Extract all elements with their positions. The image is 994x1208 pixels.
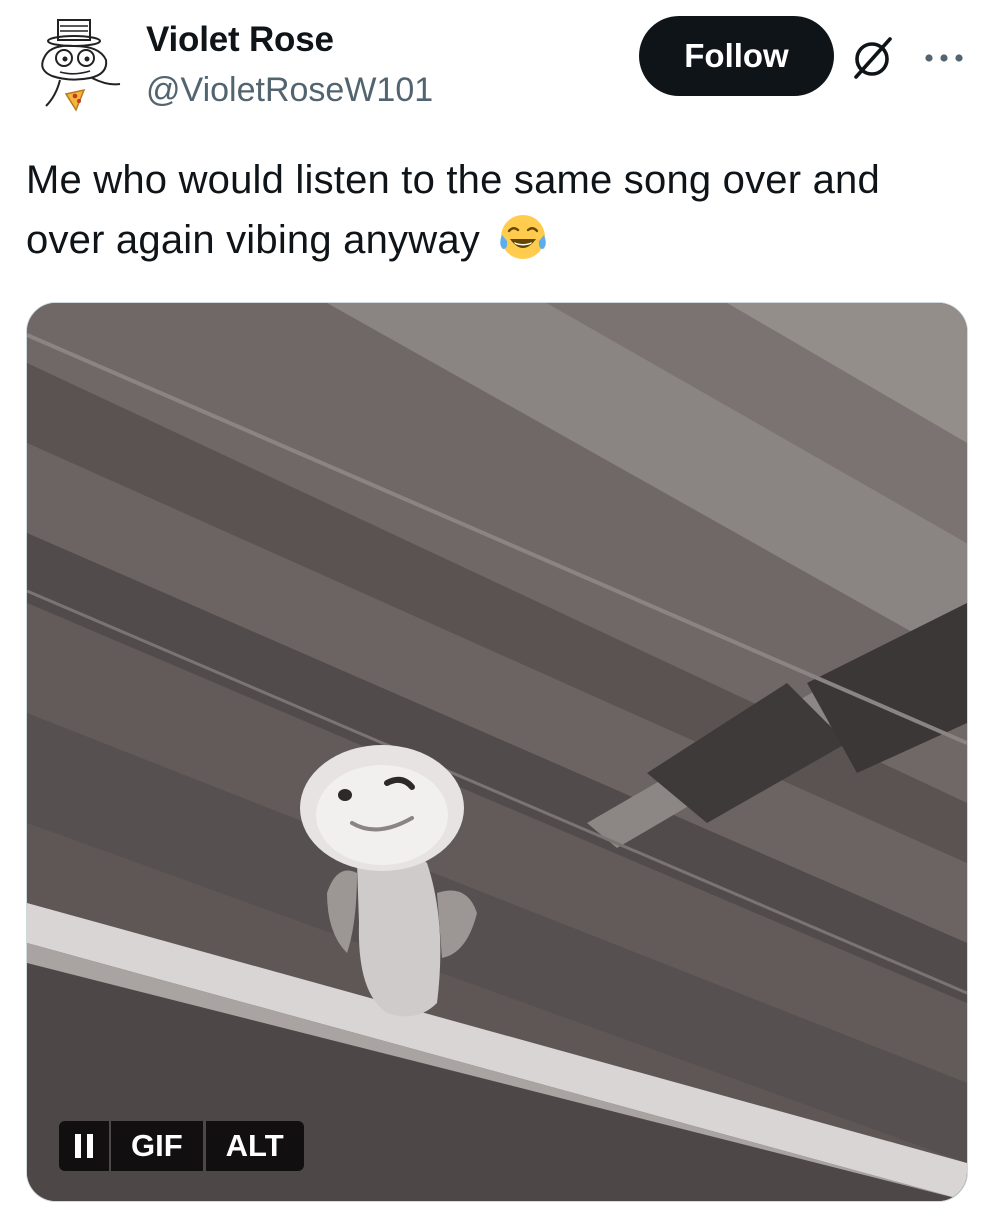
- more-icon[interactable]: [922, 50, 966, 66]
- gif-badge: GIF: [111, 1121, 203, 1171]
- tweet-header: Violet Rose @VioletRoseW101 Follow: [0, 0, 994, 130]
- gif-frame-owl-on-rafters: [27, 303, 967, 1201]
- pause-button[interactable]: [59, 1121, 109, 1171]
- user-handle[interactable]: @VioletRoseW101: [146, 70, 433, 110]
- display-name[interactable]: Violet Rose: [146, 20, 334, 60]
- gif-media[interactable]: GIF ALT: [26, 302, 968, 1202]
- tweet: Violet Rose @VioletRoseW101 Follow Me wh…: [0, 0, 994, 1208]
- follow-button[interactable]: Follow: [639, 16, 834, 96]
- tweet-text-body: Me who would listen to the same song ove…: [26, 158, 880, 262]
- media-controls: GIF ALT: [59, 1121, 304, 1171]
- frog-top-hat-avatar-icon: [41, 19, 121, 112]
- face-with-tears-of-joy-icon: [500, 215, 547, 259]
- grok-icon[interactable]: [850, 35, 896, 81]
- tweet-text: Me who would listen to the same song ove…: [26, 150, 966, 270]
- alt-text-button[interactable]: ALT: [205, 1121, 304, 1171]
- pause-icon: [75, 1134, 93, 1158]
- avatar[interactable]: [30, 16, 126, 116]
